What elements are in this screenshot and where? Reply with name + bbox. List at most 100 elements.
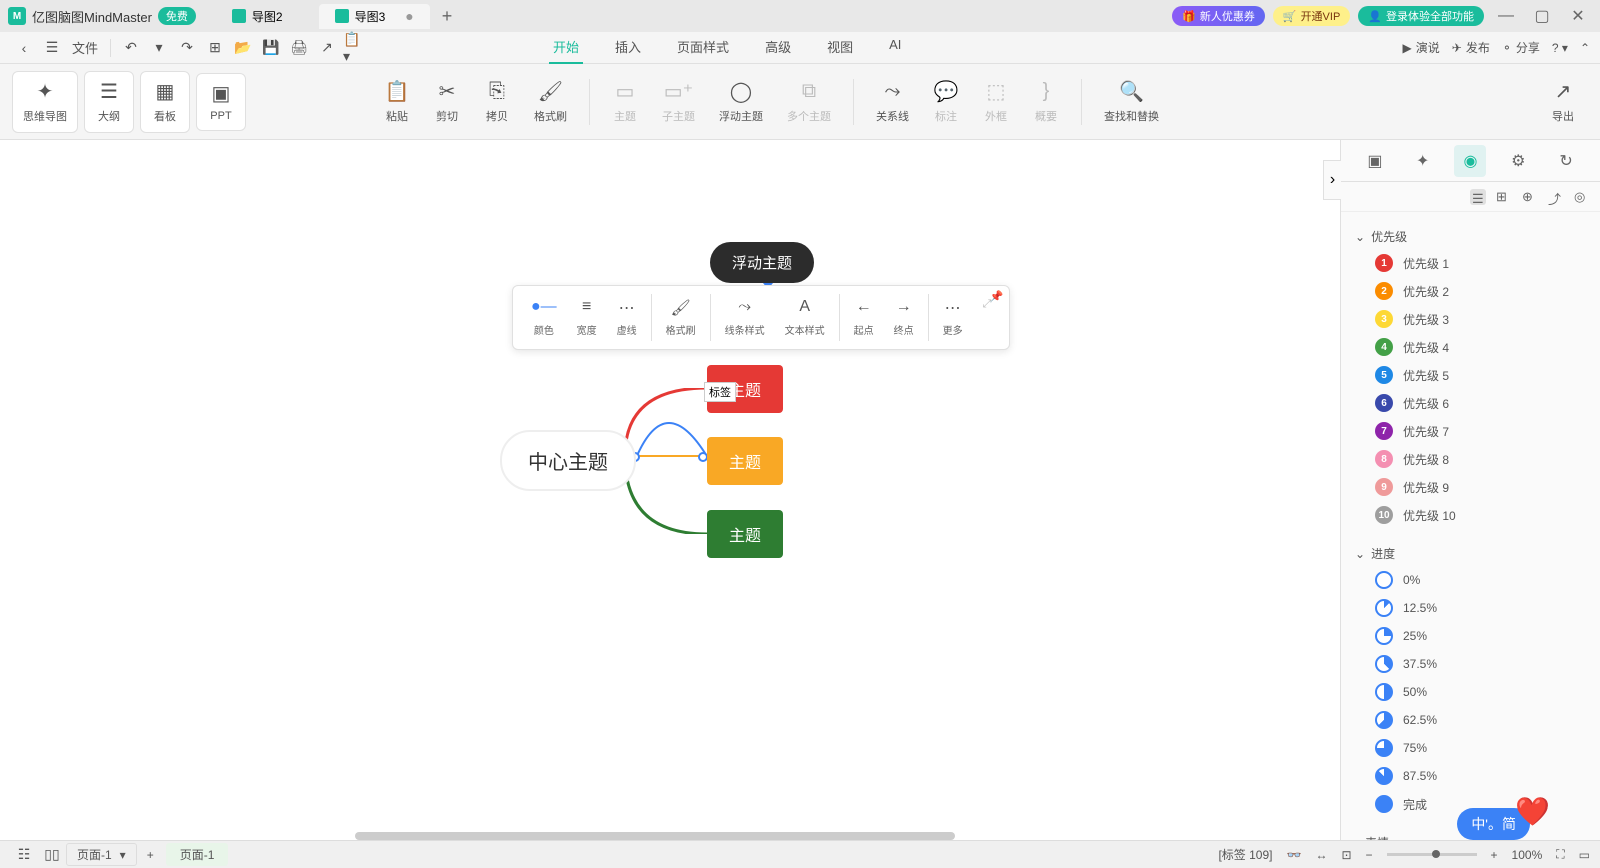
- view-outline-button[interactable]: ☰大纲: [84, 71, 134, 133]
- publish-button[interactable]: ✈ 发布: [1452, 39, 1490, 56]
- progress-item[interactable]: 62.5%: [1375, 706, 1586, 734]
- priority-item[interactable]: 8优先级 8: [1375, 445, 1586, 473]
- priority-item[interactable]: 5优先级 5: [1375, 361, 1586, 389]
- tab-close-icon[interactable]: ●: [405, 8, 413, 24]
- ctx-startpoint-button[interactable]: ←起点: [844, 294, 884, 341]
- floating-topic-node[interactable]: 浮动主题: [710, 242, 814, 283]
- panel-tab-history[interactable]: ↻: [1550, 145, 1582, 177]
- import-icon[interactable]: 📋▾: [343, 36, 367, 60]
- close-button[interactable]: ✕: [1564, 2, 1592, 30]
- tab-item[interactable]: 导图2: [216, 4, 299, 29]
- horizontal-scrollbar[interactable]: [355, 832, 955, 840]
- ctx-textstyle-button[interactable]: A文本样式: [775, 294, 835, 341]
- minimize-button[interactable]: —: [1492, 2, 1520, 30]
- panel-collapse-button[interactable]: ›: [1323, 160, 1341, 200]
- panel-tab-outline[interactable]: ▣: [1359, 145, 1391, 177]
- read-mode-icon[interactable]: 👓: [1287, 848, 1302, 862]
- ribbon-tab-insert[interactable]: 插入: [611, 31, 645, 64]
- find-replace-button[interactable]: 🔍查找和替换: [1092, 74, 1171, 130]
- tab-item-active[interactable]: 导图3 ●: [319, 4, 430, 29]
- export-icon[interactable]: ↗: [315, 36, 339, 60]
- zoom-level[interactable]: 100%: [1512, 848, 1543, 862]
- panel-add-icon[interactable]: ⊕: [1522, 189, 1538, 205]
- present-button[interactable]: ▶ 演说: [1403, 39, 1440, 56]
- panel-tab-style[interactable]: ✦: [1407, 145, 1439, 177]
- collapse-panel-icon[interactable]: ▭: [1579, 848, 1590, 862]
- priority-item[interactable]: 6优先级 6: [1375, 389, 1586, 417]
- pages-icon[interactable]: ▯▯: [40, 843, 64, 867]
- copy-button[interactable]: ⎘拷贝: [472, 74, 522, 130]
- zoom-in-button[interactable]: +: [1491, 848, 1498, 862]
- maximize-button[interactable]: ▢: [1528, 2, 1556, 30]
- new-icon[interactable]: ⊞: [203, 36, 227, 60]
- view-mindmap-button[interactable]: ✦思维导图: [12, 71, 78, 133]
- connector-label[interactable]: 标签: [704, 382, 736, 402]
- menu-icon[interactable]: ☰: [40, 36, 64, 60]
- ctx-more-button[interactable]: ⋯更多: [933, 294, 973, 341]
- priority-item[interactable]: 2优先级 2: [1375, 277, 1586, 305]
- share-button[interactable]: ⚬ 分享: [1502, 39, 1540, 56]
- progress-section-header[interactable]: ⌄ 进度: [1355, 541, 1586, 566]
- page-tab[interactable]: 页面-1: [166, 843, 229, 866]
- progress-item[interactable]: 0%: [1375, 566, 1586, 594]
- ribbon-tab-advanced[interactable]: 高级: [761, 31, 795, 64]
- heart-mascot-icon[interactable]: ❤️: [1515, 795, 1550, 828]
- ribbon-tab-start[interactable]: 开始: [549, 31, 583, 64]
- page-selector[interactable]: 页面-1 ▾: [66, 843, 137, 866]
- undo-dropdown-icon[interactable]: ▾: [147, 36, 171, 60]
- selected-connector[interactable]: [636, 388, 708, 458]
- cut-button[interactable]: ✂剪切: [422, 74, 472, 130]
- back-icon[interactable]: ‹: [12, 36, 36, 60]
- topic-node-yellow[interactable]: 主题: [707, 437, 783, 485]
- file-menu[interactable]: 文件: [72, 38, 98, 57]
- progress-item[interactable]: 37.5%: [1375, 650, 1586, 678]
- panel-tab-settings[interactable]: ⚙: [1502, 145, 1534, 177]
- ctx-linestyle-button[interactable]: ⤳线条样式: [715, 294, 775, 341]
- priority-item[interactable]: 7优先级 7: [1375, 417, 1586, 445]
- tab-add-button[interactable]: +: [442, 6, 453, 27]
- format-painter-button[interactable]: 🖌格式刷: [522, 74, 579, 130]
- panel-grid-icon[interactable]: ⊞: [1496, 189, 1512, 205]
- open-icon[interactable]: 📂: [231, 36, 255, 60]
- panel-list-icon[interactable]: ☰: [1470, 189, 1486, 205]
- export-button[interactable]: ↗导出: [1538, 74, 1588, 130]
- fit-page-icon[interactable]: ⊡: [1341, 848, 1351, 862]
- paste-button[interactable]: 📋粘贴: [372, 74, 422, 130]
- fit-width-icon[interactable]: ↔: [1315, 848, 1327, 862]
- ctx-endpoint-button[interactable]: →终点: [884, 294, 924, 341]
- fullscreen-icon[interactable]: ⛶: [1556, 847, 1564, 862]
- progress-item[interactable]: 25%: [1375, 622, 1586, 650]
- save-icon[interactable]: 💾: [259, 36, 283, 60]
- zoom-slider[interactable]: [1387, 853, 1477, 856]
- collapse-ribbon-icon[interactable]: ⌃: [1580, 41, 1590, 55]
- ctx-color-button[interactable]: ●―颜色: [521, 294, 567, 341]
- redo-icon[interactable]: ↷: [175, 36, 199, 60]
- ctx-width-button[interactable]: ≡宽度: [567, 294, 607, 341]
- vip-badge[interactable]: 🛒 开通VIP: [1273, 6, 1350, 26]
- print-icon[interactable]: 🖨: [287, 36, 311, 60]
- zoom-out-button[interactable]: −: [1366, 848, 1373, 862]
- priority-item[interactable]: 4优先级 4: [1375, 333, 1586, 361]
- panel-view-icon[interactable]: ◎: [1574, 189, 1590, 205]
- progress-item[interactable]: 87.5%: [1375, 762, 1586, 790]
- ctx-format-button[interactable]: 🖌格式刷: [656, 294, 706, 341]
- relation-button[interactable]: ⤳关系线: [864, 74, 921, 130]
- ribbon-tab-ai[interactable]: AI: [885, 31, 905, 64]
- view-kanban-button[interactable]: ▦看板: [140, 71, 190, 133]
- progress-item[interactable]: 75%: [1375, 734, 1586, 762]
- ribbon-tab-pagestyle[interactable]: 页面样式: [673, 31, 733, 64]
- add-page-button[interactable]: +: [147, 848, 154, 862]
- priority-item[interactable]: 3优先级 3: [1375, 305, 1586, 333]
- central-topic-node[interactable]: 中心主题: [500, 430, 636, 491]
- canvas-container[interactable]: 浮动主题 📌 ●―颜色 ≡宽度 ⋯虚线 🖌格式刷 ⤳线条样式 A文本样式 ←起点…: [0, 140, 1340, 840]
- undo-icon[interactable]: ↶: [119, 36, 143, 60]
- progress-item[interactable]: 12.5%: [1375, 594, 1586, 622]
- priority-item[interactable]: 1优先级 1: [1375, 249, 1586, 277]
- progress-item[interactable]: 50%: [1375, 678, 1586, 706]
- priority-item[interactable]: 10优先级 10: [1375, 501, 1586, 529]
- coupon-badge[interactable]: 🎁 新人优惠券: [1172, 6, 1265, 26]
- ctx-dash-button[interactable]: ⋯虚线: [607, 294, 647, 341]
- help-button[interactable]: ? ▾: [1552, 41, 1568, 55]
- floating-topic-button[interactable]: ◯浮动主题: [707, 74, 775, 130]
- priority-section-header[interactable]: ⌄ 优先级: [1355, 224, 1586, 249]
